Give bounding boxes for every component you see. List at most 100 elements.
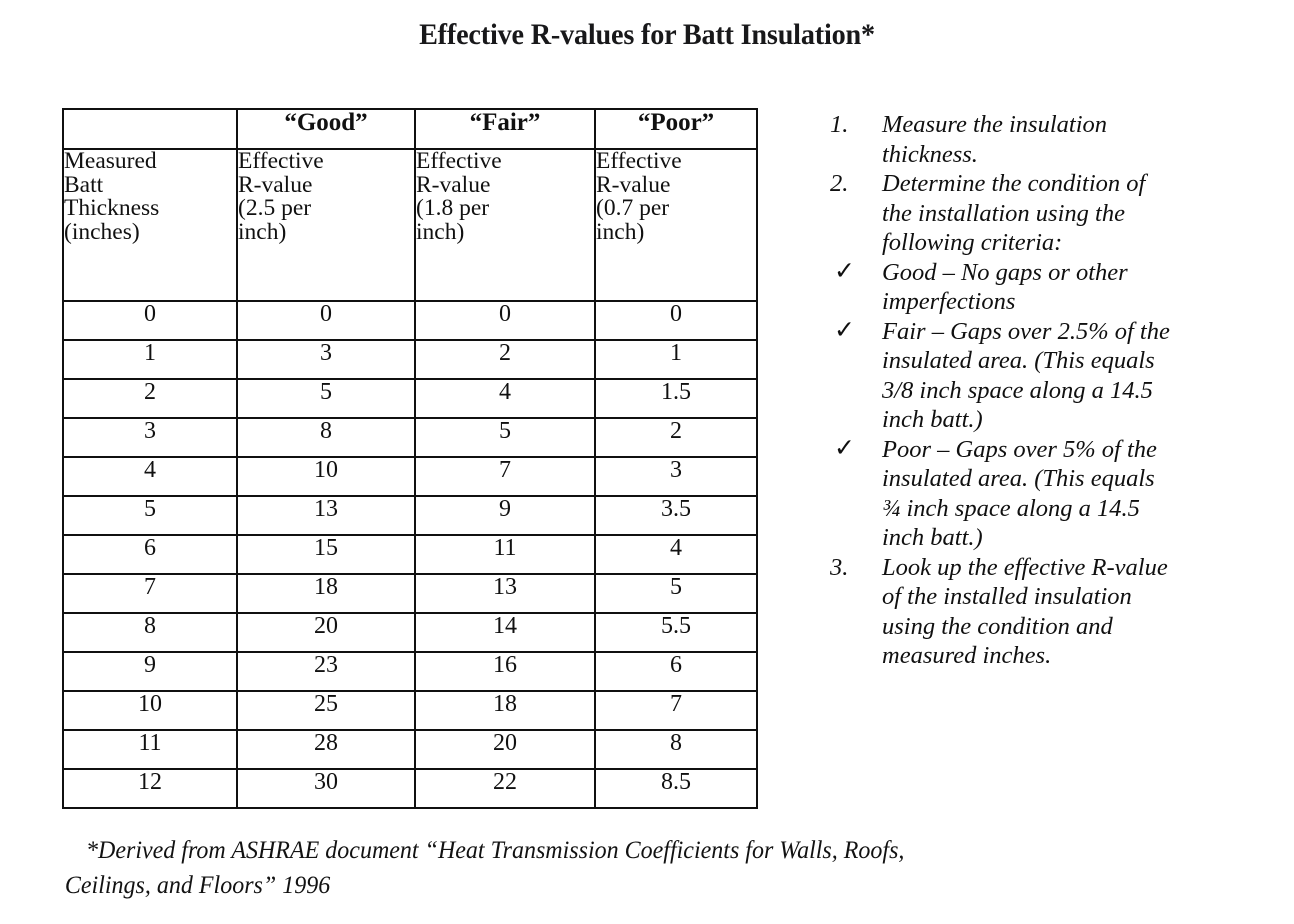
- cell-thickness: 9: [62, 651, 238, 692]
- header-line: (0.7 per: [596, 195, 670, 221]
- cell-good: 25: [236, 690, 416, 731]
- highlight-fair: Fair: [879, 317, 934, 349]
- criterion-poor-line-1: Poor – Gaps over 5% of the: [879, 435, 1288, 467]
- step-3-line-4: measured inches.: [882, 642, 1052, 670]
- header-line: (1.8 per: [416, 195, 490, 221]
- cell-thickness: 4: [62, 456, 238, 497]
- cell-poor: 3.5: [594, 495, 758, 536]
- cell-fair: 5: [414, 417, 596, 458]
- cell-thickness: 3: [62, 417, 238, 458]
- table-row: 1321: [62, 339, 758, 380]
- cell-thickness: 2: [62, 378, 238, 419]
- header-line: Effective: [416, 148, 502, 174]
- cell-fair: 14: [414, 612, 596, 653]
- table-row: 7 18 13 5: [62, 573, 758, 614]
- column-header-poor: “Poor”: [594, 108, 758, 150]
- cell-poor: 3: [594, 456, 758, 497]
- step-3-line-2: of the installed insulation: [882, 583, 1132, 611]
- header-measured-batt-thickness: Measured Batt Thickness (inches): [62, 148, 238, 302]
- cell-fair: 20: [414, 729, 596, 770]
- criterion-fair-line-4: inch batt.): [882, 406, 983, 434]
- cell-good: 28: [236, 729, 416, 770]
- criterion-fair: ✓ Fair – Gaps over 2.5% of the insulated…: [826, 317, 1288, 435]
- criterion-fair-line-2: insulated area. (This equals: [882, 347, 1155, 375]
- column-header-good: “Good”: [236, 108, 416, 150]
- cell-thickness: 1: [62, 339, 238, 380]
- cell-thickness: 10: [62, 690, 238, 731]
- header-effective-r-value-fair: Effective R-value (1.8 per inch): [414, 148, 596, 302]
- step-2-line-3: following criteria:: [882, 229, 1063, 257]
- criterion-fair-rest: – Gaps over 2.5% of the: [925, 317, 1170, 345]
- criterion-good: ✓ Good – No gaps or other imperfections: [826, 258, 1288, 317]
- criterion-poor-rest: – Gaps over 5% of the: [931, 435, 1157, 463]
- step-number-2: 2.: [830, 170, 849, 198]
- cell-thickness: 7: [62, 573, 238, 614]
- table-row: 5 13 9 3.5: [62, 495, 758, 536]
- highlight-poor: Poor: [879, 435, 939, 467]
- cell-thickness: 6: [62, 534, 238, 575]
- cell-poor: 2: [594, 417, 758, 458]
- header-effective-r-value-good: Effective R-value (2.5 per inch): [236, 148, 416, 302]
- cell-good: 8: [236, 417, 416, 458]
- cell-thickness: 5: [62, 495, 238, 536]
- header-line: Effective: [238, 148, 324, 174]
- cell-thickness: 11: [62, 729, 238, 770]
- criterion-poor: ✓ Poor – Gaps over 5% of the insulated a…: [826, 435, 1288, 553]
- source-footnote: *Derived from ASHRAE document “Heat Tran…: [65, 834, 1219, 903]
- cell-fair: 0: [414, 300, 596, 341]
- cell-poor: 8.5: [594, 768, 758, 809]
- header-line: Batt: [64, 171, 104, 198]
- cell-poor: 1: [594, 339, 758, 380]
- cell-thickness: 0: [62, 300, 238, 341]
- cell-thickness: 12: [62, 768, 238, 809]
- cell-fair: 16: [414, 651, 596, 692]
- header-line: R-value: [416, 171, 491, 198]
- cell-poor: 6: [594, 651, 758, 692]
- step-1-line-1: Measure the insulation: [882, 111, 1108, 138]
- criterion-poor-line-3: ¾ inch space along a 14.5: [882, 494, 1140, 522]
- cell-poor: 5.5: [594, 612, 758, 653]
- cell-poor: 4: [594, 534, 758, 575]
- header-effective-r-value-poor: Effective R-value (0.7 per inch): [594, 148, 758, 302]
- checkmark-icon: ✓: [834, 316, 855, 344]
- cell-good: 0: [236, 300, 416, 341]
- criterion-fair-line-3: 3/8 inch space along a 14.5: [882, 376, 1153, 404]
- step-1-line-2: thickness.: [882, 140, 978, 168]
- step-2-line-2: the installation using the: [882, 199, 1125, 227]
- cell-poor: 5: [594, 573, 758, 614]
- header-line: (2.5 per: [238, 195, 312, 221]
- checkmark-icon: ✓: [834, 257, 855, 285]
- header-line: Effective: [596, 148, 682, 174]
- cell-good: 3: [236, 339, 416, 380]
- cell-fair: 2: [414, 339, 596, 380]
- rvalue-table-container: “Good” “Fair” “Poor” Measured Batt Thick…: [62, 108, 758, 809]
- criterion-good-line-2: imperfections: [882, 288, 1016, 316]
- table-row: 6 15 11 4: [62, 534, 758, 575]
- cell-fair: 9: [414, 495, 596, 536]
- cell-poor: 8: [594, 729, 758, 770]
- page-title: Effective R-values for Batt Insulation*: [419, 18, 875, 51]
- cell-fair: 13: [414, 573, 596, 614]
- cell-poor: 7: [594, 690, 758, 731]
- cell-fair: 7: [414, 456, 596, 497]
- cell-good: 20: [236, 612, 416, 653]
- cell-fair: 4: [414, 378, 596, 419]
- header-line: Thickness: [64, 195, 160, 221]
- cell-good: 23: [236, 651, 416, 692]
- column-header-fair: “Fair”: [414, 108, 596, 150]
- table-row: 0000: [62, 300, 758, 341]
- instruction-step-2: 2. Determine the condition of the instal…: [826, 169, 1288, 258]
- criterion-poor-line-2: insulated area. (This equals: [882, 465, 1155, 493]
- table-row: 10 25 18 7: [62, 690, 758, 731]
- table-row: 4 10 7 3: [62, 456, 758, 497]
- step-number-3: 3.: [830, 553, 849, 581]
- table-row: 12 30 22 8.5: [62, 768, 758, 809]
- cell-poor: 0: [594, 300, 758, 341]
- instruction-step-3: 3. Look up the effective R-value of the …: [826, 553, 1288, 671]
- header-line: Measured: [64, 148, 157, 174]
- instructions-list: 1. Measure the insulation thickness. 2. …: [826, 110, 1288, 671]
- cell-good: 15: [236, 534, 416, 575]
- cell-good: 10: [236, 456, 416, 497]
- cell-good: 13: [236, 495, 416, 536]
- table-row: 9 23 16 6: [62, 651, 758, 692]
